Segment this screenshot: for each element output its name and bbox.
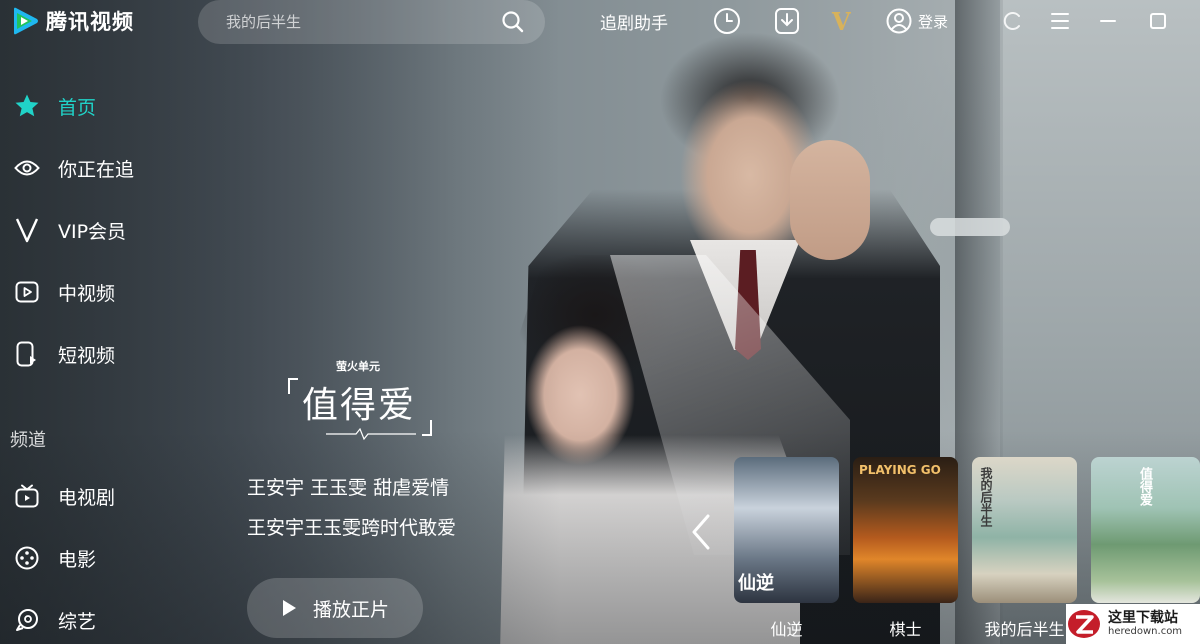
sidebar-item-label: 电视剧	[58, 486, 116, 509]
sidebar-item-label: 你正在追	[58, 158, 135, 181]
watermark-cn: 这里下载站	[1108, 610, 1178, 626]
sidebar-item-vip[interactable]: VIP会员	[14, 212, 126, 248]
sidebar-item-home[interactable]: 首页	[14, 88, 96, 124]
site-watermark: 这里下载站 heredown.com	[1066, 604, 1200, 644]
menu-icon	[1051, 13, 1069, 29]
search-bar[interactable]	[198, 0, 545, 44]
featured-show-logo: 萤火单元 值得爱	[286, 358, 436, 448]
hero-hand	[790, 140, 870, 260]
download-icon	[775, 8, 799, 34]
channel-section-title: 频道	[10, 430, 46, 451]
featured-title-text: 值得爱	[302, 385, 417, 426]
sidebar-item-label: 短视频	[58, 344, 116, 367]
variety-icon	[14, 607, 40, 633]
maximize-icon	[1150, 13, 1166, 29]
eye-icon	[14, 155, 40, 181]
featured-title-logo: 值得爱	[286, 374, 436, 444]
carousel-card-title[interactable]: 棋士	[853, 616, 958, 640]
sidebar-item-label: 中视频	[58, 282, 116, 305]
featured-tagline-desc: 王安宇王玉雯跨时代敢爱	[247, 517, 457, 539]
carousel-card-title[interactable]: 仙逆	[734, 616, 839, 640]
sidebar-item-short-video[interactable]: 短视频	[14, 336, 115, 372]
featured-brand-label: 萤火单元	[336, 360, 380, 373]
video-play-icon	[14, 279, 40, 305]
app-title: 腾讯视频	[46, 10, 134, 34]
sidebar-item-label: 电影	[58, 548, 97, 571]
film-reel-icon	[14, 545, 40, 571]
sidebar-item-mid-video[interactable]: 中视频	[14, 274, 115, 310]
play-button[interactable]: 播放正片	[247, 578, 423, 638]
hero-window-handle	[930, 218, 1010, 236]
carousel-card-title[interactable]: 我的后半生	[972, 616, 1077, 640]
tv-icon	[14, 483, 40, 509]
watermark-en: heredown.com	[1108, 626, 1183, 637]
menu-button[interactable]	[1048, 6, 1072, 36]
download-button[interactable]	[772, 6, 802, 36]
maximize-button[interactable]	[1146, 6, 1170, 36]
sidebar-item-variety[interactable]: 综艺	[14, 602, 96, 638]
poster-title: PLAYING GO	[859, 463, 941, 477]
login-button[interactable]: 登录	[886, 6, 948, 36]
sidebar-item-following[interactable]: 你正在追	[14, 150, 134, 186]
play-button-label: 播放正片	[312, 598, 389, 621]
carousel-prev-button[interactable]	[688, 512, 714, 552]
sidebar-item-tv[interactable]: 电视剧	[14, 478, 115, 514]
vip-button[interactable]: V	[832, 6, 851, 36]
sidebar-item-movie[interactable]: 电影	[14, 540, 96, 576]
poster-title: 我的后半生	[979, 467, 993, 527]
star-icon	[14, 93, 40, 119]
sidebar-item-label: 综艺	[58, 610, 97, 633]
watermark-logo-icon	[1068, 610, 1100, 638]
poster-title: 值得爱	[1137, 467, 1152, 506]
sidebar-item-label: VIP会员	[58, 220, 127, 243]
play-icon	[282, 600, 296, 616]
minimize-icon	[1100, 20, 1116, 22]
clock-icon	[714, 8, 740, 34]
drama-assistant-button[interactable]: 追剧助手	[600, 6, 668, 36]
app-logo[interactable]: 腾讯视频	[10, 6, 134, 36]
carousel-card-wodehoubansheng[interactable]: 我的后半生	[972, 457, 1077, 603]
short-video-icon	[14, 341, 40, 367]
carousel-card-xianni[interactable]: 仙逆	[734, 457, 839, 603]
search-icon[interactable]	[501, 10, 525, 34]
search-input[interactable]	[224, 12, 488, 32]
refresh-button[interactable]	[1000, 6, 1024, 36]
refresh-icon	[1003, 12, 1020, 30]
chevron-left-icon	[692, 514, 710, 550]
sidebar-item-label: 首页	[58, 96, 97, 119]
poster-title: 仙逆	[738, 573, 774, 594]
carousel-card-qishi[interactable]: PLAYING GO	[853, 457, 958, 603]
tencent-video-logo-icon	[10, 6, 40, 36]
featured-tagline-cast: 王安宇 王玉雯 甜虐爱情	[247, 477, 450, 499]
carousel-card-zhideai[interactable]: 值得爱	[1091, 457, 1200, 603]
vip-v-icon	[14, 217, 40, 243]
login-label: 登录	[918, 12, 949, 31]
minimize-button[interactable]	[1096, 6, 1120, 36]
history-button[interactable]	[712, 6, 742, 36]
user-icon	[886, 8, 912, 34]
